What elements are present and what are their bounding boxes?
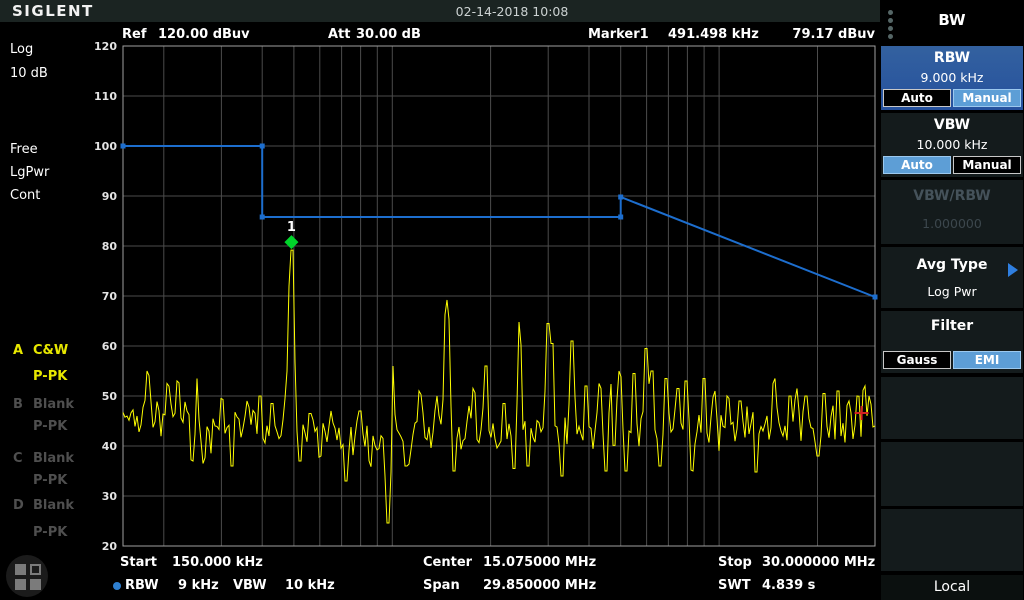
span-value: 29.850000 MHz — [483, 578, 596, 593]
spectrum-plot: 120 110 100 90 80 70 60 50 40 30 20 1 — [0, 0, 1024, 600]
grab-dots-icon — [888, 26, 893, 31]
vbw-manual-button[interactable]: Manual — [953, 156, 1021, 174]
rbw-menu-value: 9.000 kHz — [881, 70, 1023, 85]
stop-label: Stop — [718, 555, 752, 570]
svg-text:40: 40 — [102, 440, 118, 453]
softkey-vbw[interactable]: VBW 10.000 kHz Auto Manual — [881, 113, 1023, 177]
rbw-title: RBW — [881, 50, 1023, 66]
vbw-value: 10 kHz — [285, 578, 335, 593]
softkey-vbw-rbw-ratio[interactable]: VBW/RBW 1.000000 — [881, 180, 1023, 244]
vbw-rbw-title: VBW/RBW — [881, 188, 1023, 204]
swt-value: 4.839 s — [762, 578, 815, 593]
rbw-auto-button[interactable]: Auto — [883, 89, 951, 107]
vbw-title: VBW — [881, 117, 1023, 133]
spectrum-analyzer-screen: SIGLENT 02-14-2018 10:08 Ref 120.00 dBuv… — [0, 0, 1024, 600]
marker-number: 1 — [287, 220, 296, 235]
grab-dots-icon — [888, 34, 893, 39]
marker-diamond[interactable] — [284, 235, 298, 249]
svg-text:70: 70 — [102, 290, 118, 303]
span-label: Span — [423, 578, 460, 593]
limit-line — [123, 146, 875, 297]
filter-gauss-button[interactable]: Gauss — [883, 351, 951, 369]
avg-type-title: Avg Type — [881, 257, 1023, 273]
softkey-menu: BW RBW 9.000 kHz Auto Manual VBW 10.000 … — [880, 0, 1024, 600]
trace-active-dot — [113, 582, 121, 590]
submenu-arrow-icon — [1008, 263, 1018, 277]
vbw-auto-button[interactable]: Auto — [883, 156, 951, 174]
filter-emi-button[interactable]: EMI — [953, 351, 1021, 369]
svg-text:110: 110 — [94, 90, 117, 103]
rbw-manual-button[interactable]: Manual — [953, 89, 1021, 107]
menu-title: BW — [880, 11, 1024, 29]
softkey-rbw[interactable]: RBW 9.000 kHz Auto Manual — [881, 46, 1023, 110]
grab-dots-icon — [888, 18, 893, 23]
center-value: 15.075000 MHz — [483, 555, 596, 570]
rbw-value: 9 kHz — [178, 578, 219, 593]
svg-text:20: 20 — [102, 540, 118, 553]
svg-text:30: 30 — [102, 490, 118, 503]
svg-text:100: 100 — [94, 140, 117, 153]
spectrum-trace — [123, 250, 875, 523]
avg-type-value: Log Pwr — [881, 284, 1023, 299]
center-label: Center — [423, 555, 472, 570]
svg-text:90: 90 — [102, 190, 118, 203]
softkey-empty-2 — [881, 442, 1023, 506]
start-value: 150.000 kHz — [172, 555, 263, 570]
softkey-empty-3 — [881, 509, 1023, 571]
softkey-filter[interactable]: Filter Gauss EMI — [881, 311, 1023, 373]
swt-label: SWT — [718, 578, 751, 593]
filter-title: Filter — [881, 318, 1023, 334]
vbw-rbw-value: 1.000000 — [881, 216, 1023, 231]
svg-text:60: 60 — [102, 340, 118, 353]
start-label: Start — [120, 555, 157, 570]
svg-text:80: 80 — [102, 240, 118, 253]
softkey-empty-1 — [881, 377, 1023, 439]
local-button[interactable]: Local — [881, 575, 1023, 600]
svg-text:120: 120 — [94, 40, 117, 53]
vbw-label: VBW — [233, 578, 267, 593]
rbw-label: RBW — [125, 578, 159, 593]
softkey-avg-type[interactable]: Avg Type Log Pwr — [881, 247, 1023, 308]
grab-dots-icon — [888, 10, 893, 15]
vbw-menu-value: 10.000 kHz — [881, 137, 1023, 152]
stop-value: 30.000000 MHz — [762, 555, 875, 570]
svg-text:50: 50 — [102, 390, 118, 403]
